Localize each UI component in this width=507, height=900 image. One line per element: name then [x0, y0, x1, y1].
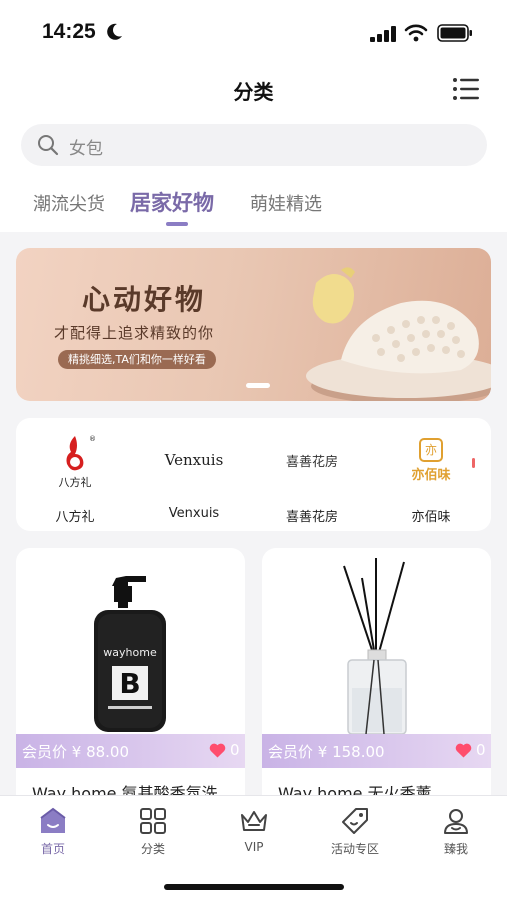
status-time: 14:25 — [42, 20, 96, 43]
tag-icon — [342, 808, 368, 834]
tab-home-goods[interactable]: 居家好物 — [130, 187, 214, 217]
brand-label: Venxuis — [168, 506, 220, 521]
heart-icon[interactable] — [209, 743, 226, 758]
member-price: 会员价 ¥ 158.00 — [268, 743, 385, 761]
signal-icon — [370, 26, 396, 42]
tab-kids[interactable]: 萌娃精选 — [250, 190, 322, 216]
banner-subtitle: 才配得上追求精致的你 — [54, 324, 215, 342]
search-icon — [38, 135, 59, 156]
nav-profile[interactable]: 臻我 — [421, 806, 491, 857]
shampoo-bottle-image: wayhome B — [94, 576, 166, 732]
brand-item-xishanhuafang[interactable]: 喜善花房 喜善花房 — [257, 432, 367, 526]
like-count: 0 — [476, 741, 486, 759]
banner-tag: 精挑细选,TA们和你一样好看 — [58, 350, 216, 369]
heart-icon[interactable] — [455, 743, 472, 758]
status-bar: 14:25 — [0, 0, 507, 66]
search-placeholder: 女包 — [69, 139, 103, 159]
battery-icon — [437, 24, 472, 42]
active-tab-indicator — [166, 222, 188, 226]
crown-icon — [241, 811, 267, 831]
promo-banner[interactable]: 心动好物 才配得上追求精致的你 精挑细选,TA们和你一样好看 — [16, 248, 491, 401]
brand-item-venxuis[interactable]: Venxuis Venxuis — [139, 432, 249, 521]
nav-vip[interactable]: VIP — [219, 806, 289, 854]
xishanhuafang-logo: 喜善花房 — [285, 454, 338, 470]
nav-category[interactable]: 分类 — [118, 806, 188, 857]
price-bar: 会员价 ¥ 88.00 0 — [16, 734, 245, 768]
search-input[interactable]: 女包 — [21, 124, 487, 166]
nav-label: 首页 — [40, 842, 65, 856]
wifi-icon — [404, 24, 428, 42]
svg-text:wayhome: wayhome — [103, 646, 157, 659]
brand-label: 八方礼 — [55, 510, 95, 525]
reed-diffuser-image — [343, 558, 407, 734]
nav-label: 臻我 — [443, 842, 468, 856]
brand-item-yibaiwei[interactable]: 亦 亦佰味 亦佰味 — [376, 432, 486, 525]
list-menu-icon[interactable] — [452, 76, 480, 102]
svg-text:B: B — [119, 667, 140, 700]
tab-trendy[interactable]: 潮流尖货 — [33, 190, 105, 216]
bafangli-logo: 八方礼 ® — [20, 432, 130, 488]
nav-label: 分类 — [140, 842, 165, 856]
nav-activity[interactable]: 活动专区 — [320, 806, 390, 857]
venxuis-logo: Venxuis — [164, 451, 224, 469]
yibaiwei-logo: 亦 亦佰味 — [376, 432, 486, 488]
brand-scroll-hint — [472, 458, 475, 468]
moon-icon — [107, 23, 122, 40]
banner-page-indicator — [246, 383, 270, 388]
nav-label: 活动专区 — [330, 842, 379, 856]
brand-item-bafangli[interactable]: 八方礼 ® 八方礼 — [20, 432, 130, 525]
grid-icon — [140, 808, 166, 834]
brand-label: 亦佰味 — [411, 510, 451, 525]
home-indicator — [164, 884, 344, 890]
pillow-image — [306, 267, 491, 401]
page-title: 分类 — [233, 80, 274, 104]
nav-home[interactable]: 首页 — [18, 806, 88, 857]
product-card-shampoo[interactable]: wayhome B 会员价 ¥ 88.00 0 Way home 氨基酸香氛洗 — [16, 548, 245, 808]
price-bar: 会员价 ¥ 158.00 0 — [262, 734, 491, 768]
bafangli-logo-mark: 八方礼 ® — [59, 435, 97, 488]
banner-title: 心动好物 — [82, 283, 207, 316]
svg-text:八方礼: 八方礼 — [59, 475, 92, 488]
brand-label: 喜善花房 — [285, 510, 338, 525]
product-card-diffuser[interactable]: 会员价 ¥ 158.00 0 Way home 无火香薰 — [262, 548, 491, 808]
home-icon — [40, 807, 66, 833]
like-count: 0 — [230, 741, 240, 759]
svg-text:®: ® — [89, 435, 96, 443]
member-price: 会员价 ¥ 88.00 — [22, 743, 130, 761]
user-icon — [444, 809, 468, 834]
nav-label: VIP — [244, 840, 264, 854]
